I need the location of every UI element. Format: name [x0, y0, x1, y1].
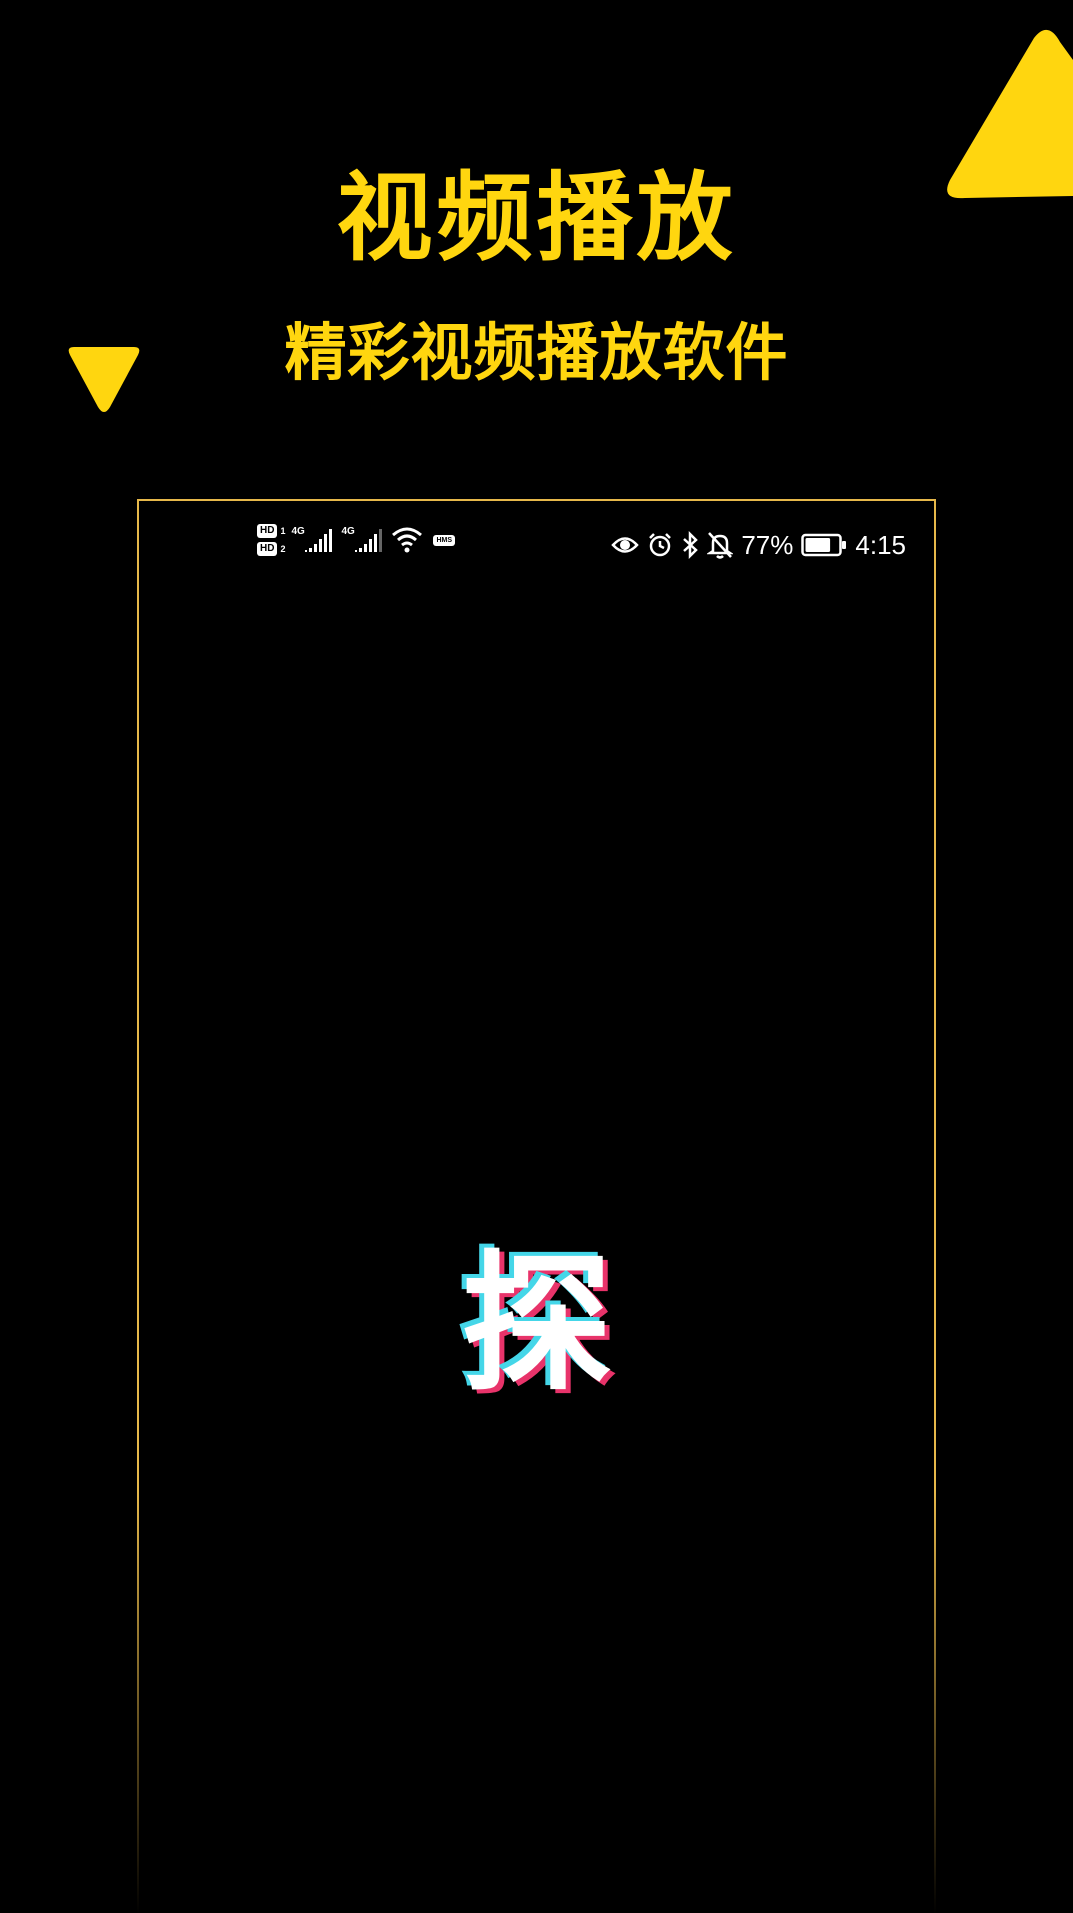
eye-icon	[611, 537, 640, 553]
phone-frame	[137, 499, 936, 1913]
status-clock: 4:15	[855, 530, 906, 560]
sim-badges: HD 1 HD 2	[257, 524, 285, 556]
status-bar-left: HD 1 HD 2 4G 4G HMS	[257, 524, 456, 556]
hd-icon: HD	[257, 542, 278, 556]
promo-subtitle: 精彩视频播放软件	[284, 316, 789, 389]
bell-off-icon	[707, 532, 734, 559]
sim-slot-1: 1	[280, 526, 286, 536]
promo-screen: 视频播放 精彩视频播放软件 HD 1 HD 2 4G 4G HMS 77% 4:…	[0, 0, 1073, 1913]
hd-icon: HD	[257, 524, 278, 538]
signal-1: 4G	[291, 526, 335, 554]
sim1-badge: HD 1	[257, 524, 285, 538]
status-bar-right: 77% 4:15	[611, 530, 906, 560]
wifi-icon	[392, 527, 423, 553]
signal-2: 4G	[341, 526, 385, 554]
decor-triangle-left-icon	[68, 347, 140, 412]
promo-title: 视频播放	[336, 162, 737, 274]
network-type-2: 4G	[341, 526, 355, 537]
alarm-icon	[649, 533, 672, 557]
bluetooth-icon	[683, 531, 699, 559]
sim-slot-2: 2	[280, 544, 286, 554]
hms-icon: HMS	[433, 534, 456, 546]
status-bar: HD 1 HD 2 4G 4G HMS 77% 4:15	[137, 520, 936, 576]
app-logo: 探	[461, 1238, 612, 1412]
battery-icon	[801, 533, 847, 557]
sim2-badge: HD 2	[257, 542, 285, 556]
battery-percent: 77%	[741, 530, 794, 560]
network-type-1: 4G	[291, 526, 305, 537]
